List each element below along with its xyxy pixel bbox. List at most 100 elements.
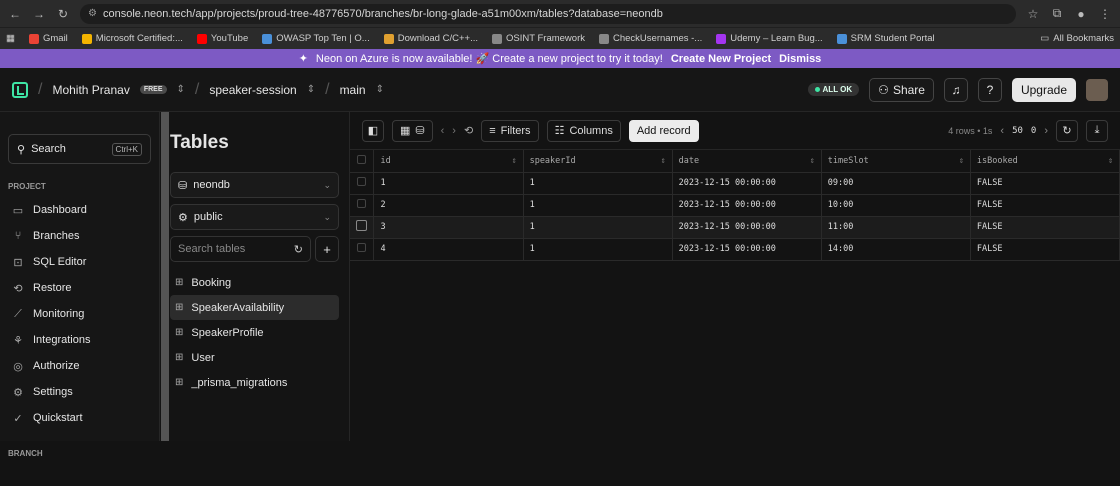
sidebar-item-authorize[interactable]: ◎ Authorize xyxy=(8,353,151,379)
extensions-icon[interactable]: ⧉ xyxy=(1050,6,1064,21)
table-cell[interactable]: FALSE xyxy=(970,238,1120,261)
table-row[interactable]: 3 1 2023-12-15 00:00:00 11:00 FALSE xyxy=(350,216,1120,239)
bookmark-item[interactable]: Download C/C++... xyxy=(383,33,478,44)
upgrade-button[interactable]: Upgrade xyxy=(1011,77,1076,102)
table-cell[interactable]: 2023-12-15 00:00:00 xyxy=(672,238,822,261)
scrollbar[interactable] xyxy=(161,112,169,441)
sidebar-item-monitoring[interactable]: ⟋ Monitoring xyxy=(8,301,151,327)
table-cell[interactable]: 1 xyxy=(523,238,673,261)
add-table-button[interactable]: + xyxy=(315,236,339,262)
table-cell[interactable]: 09:00 xyxy=(821,172,971,195)
table-cell[interactable]: 1 xyxy=(523,172,673,195)
star-icon[interactable]: ☆ xyxy=(1026,7,1040,21)
search-button[interactable]: ⚲ Search Ctrl+K xyxy=(8,134,151,164)
sidebar-item-sql-editor[interactable]: ⊡ SQL Editor xyxy=(8,249,151,275)
sidebar-item-branches[interactable]: ⑂ Branches xyxy=(8,223,151,249)
back-icon[interactable]: ← xyxy=(8,7,22,21)
table-list-item[interactable]: ⊞ _prisma_migrations xyxy=(170,370,339,395)
sidebar-item-restore[interactable]: ⟲ Restore xyxy=(8,275,151,301)
table-cell[interactable]: 1 xyxy=(523,216,673,239)
table-row[interactable]: 1 1 2023-12-15 00:00:00 09:00 FALSE xyxy=(350,172,1120,195)
table-cell[interactable]: 3 xyxy=(373,216,524,239)
page-number[interactable]: 0 xyxy=(1031,126,1036,136)
table-cell[interactable]: 1 xyxy=(373,172,524,195)
next-page-icon[interactable]: › xyxy=(1044,125,1048,137)
bookmark-item[interactable]: CheckUsernames -... xyxy=(599,33,702,44)
chevron-updown-icon[interactable]: ⇕ xyxy=(177,84,185,95)
bookmark-item[interactable]: SRM Student Portal xyxy=(836,33,935,44)
forward-icon[interactable]: → xyxy=(32,7,46,21)
sort-icon[interactable]: ⇕ xyxy=(661,156,666,166)
table-cell[interactable]: 14:00 xyxy=(821,238,971,261)
add-record-button[interactable]: Add record xyxy=(628,119,699,142)
table-row[interactable]: 2 1 2023-12-15 00:00:00 10:00 FALSE xyxy=(350,194,1120,217)
table-cell[interactable]: 2023-12-15 00:00:00 xyxy=(672,194,822,217)
column-header[interactable]: date ⇕ xyxy=(672,150,822,173)
database-select[interactable]: ⛁ neondb ⌄ xyxy=(170,172,339,198)
bookmark-item[interactable]: OWASP Top Ten | O... xyxy=(262,33,370,44)
row-checkbox[interactable] xyxy=(350,216,375,239)
row-checkbox[interactable] xyxy=(350,172,375,195)
chevron-updown-icon[interactable]: ⇕ xyxy=(376,84,384,95)
bookmark-item[interactable]: Gmail xyxy=(28,33,68,44)
refresh-button[interactable]: ↻ xyxy=(1056,119,1078,142)
avatar[interactable] xyxy=(1086,78,1108,101)
sort-icon[interactable]: ⇕ xyxy=(511,156,516,166)
history-icon[interactable]: ⟲ xyxy=(464,124,473,137)
column-header[interactable]: id ⇕ xyxy=(373,150,524,173)
table-row[interactable]: 4 1 2023-12-15 00:00:00 14:00 FALSE xyxy=(350,238,1120,261)
sidebar-item-dashboard[interactable]: ▭ Dashboard xyxy=(8,197,151,223)
table-cell[interactable]: 1 xyxy=(523,194,673,217)
all-bookmarks[interactable]: ▭ All Bookmarks xyxy=(1040,33,1114,44)
table-list-item[interactable]: ⊞ User xyxy=(170,345,339,370)
columns-button[interactable]: ☷ Columns xyxy=(546,119,621,142)
dismiss-link[interactable]: Dismiss xyxy=(779,53,821,65)
grid-icon[interactable]: ▦ xyxy=(400,124,410,137)
sort-icon[interactable]: ⇕ xyxy=(1108,156,1113,166)
chevron-updown-icon[interactable]: ⇕ xyxy=(307,84,315,95)
create-project-link[interactable]: Create New Project xyxy=(671,53,771,65)
sort-icon[interactable]: ⇕ xyxy=(810,156,815,166)
select-all-checkbox[interactable] xyxy=(350,150,375,173)
table-cell[interactable]: 10:00 xyxy=(821,194,971,217)
sidebar-item-quickstart[interactable]: ✓ Quickstart xyxy=(8,405,151,431)
table-list-item[interactable]: ⊞ SpeakerProfile xyxy=(170,320,339,345)
search-tables-input[interactable]: Search tables ↻ xyxy=(170,236,311,262)
bookmark-item[interactable]: YouTube xyxy=(196,33,248,44)
schema-select[interactable]: ⚙ public ⌄ xyxy=(170,204,339,230)
neon-logo-icon[interactable] xyxy=(12,81,28,98)
sidebar-item-integrations[interactable]: ⚘ Integrations xyxy=(8,327,151,353)
table-cell[interactable]: 2023-12-15 00:00:00 xyxy=(672,216,822,239)
next-icon[interactable]: › xyxy=(452,125,456,137)
bookmark-item[interactable]: OSINT Framework xyxy=(491,33,585,44)
bookmark-item[interactable]: Microsoft Certified:... xyxy=(81,33,183,44)
row-checkbox[interactable] xyxy=(350,238,375,261)
status-badge[interactable]: ALL OK xyxy=(807,83,860,96)
column-header[interactable]: isBooked ⇕ xyxy=(970,150,1120,173)
prev-icon[interactable]: ‹ xyxy=(441,125,445,137)
sort-icon[interactable]: ⇕ xyxy=(959,156,964,166)
profile-icon[interactable]: ● xyxy=(1074,7,1088,21)
menu-icon[interactable]: ⋮ xyxy=(1098,7,1112,21)
table-cell[interactable]: FALSE xyxy=(970,172,1120,195)
help-button[interactable]: ? xyxy=(977,77,1002,102)
project-name[interactable]: speaker-session xyxy=(209,83,296,97)
view-toggle[interactable]: ▦ ⛁ xyxy=(392,119,433,142)
org-name[interactable]: Mohith Pranav xyxy=(52,83,129,97)
sidebar-item-settings[interactable]: ⚙ Settings xyxy=(8,379,151,405)
notifications-button[interactable]: ♫ xyxy=(943,77,968,102)
row-checkbox[interactable] xyxy=(350,194,375,217)
table-cell[interactable]: 2023-12-15 00:00:00 xyxy=(672,172,822,195)
table-cell[interactable]: 4 xyxy=(373,238,524,261)
branch-name[interactable]: main xyxy=(340,83,366,97)
schema-view-icon[interactable]: ⛁ xyxy=(415,124,424,137)
bookmark-item[interactable]: Udemy – Learn Bug... xyxy=(716,33,823,44)
table-list-item[interactable]: ⊞ SpeakerAvailability xyxy=(170,295,339,320)
download-button[interactable]: ⤓ xyxy=(1086,119,1108,142)
sidebar-toggle-icon[interactable]: ◧ xyxy=(362,119,384,142)
column-header[interactable]: speakerId ⇕ xyxy=(523,150,673,173)
table-cell[interactable]: 11:00 xyxy=(821,216,971,239)
share-button[interactable]: ⚇ Share xyxy=(869,77,934,102)
filters-button[interactable]: ≡ Filters xyxy=(481,119,539,142)
apps-icon[interactable]: ▦ xyxy=(6,33,15,44)
